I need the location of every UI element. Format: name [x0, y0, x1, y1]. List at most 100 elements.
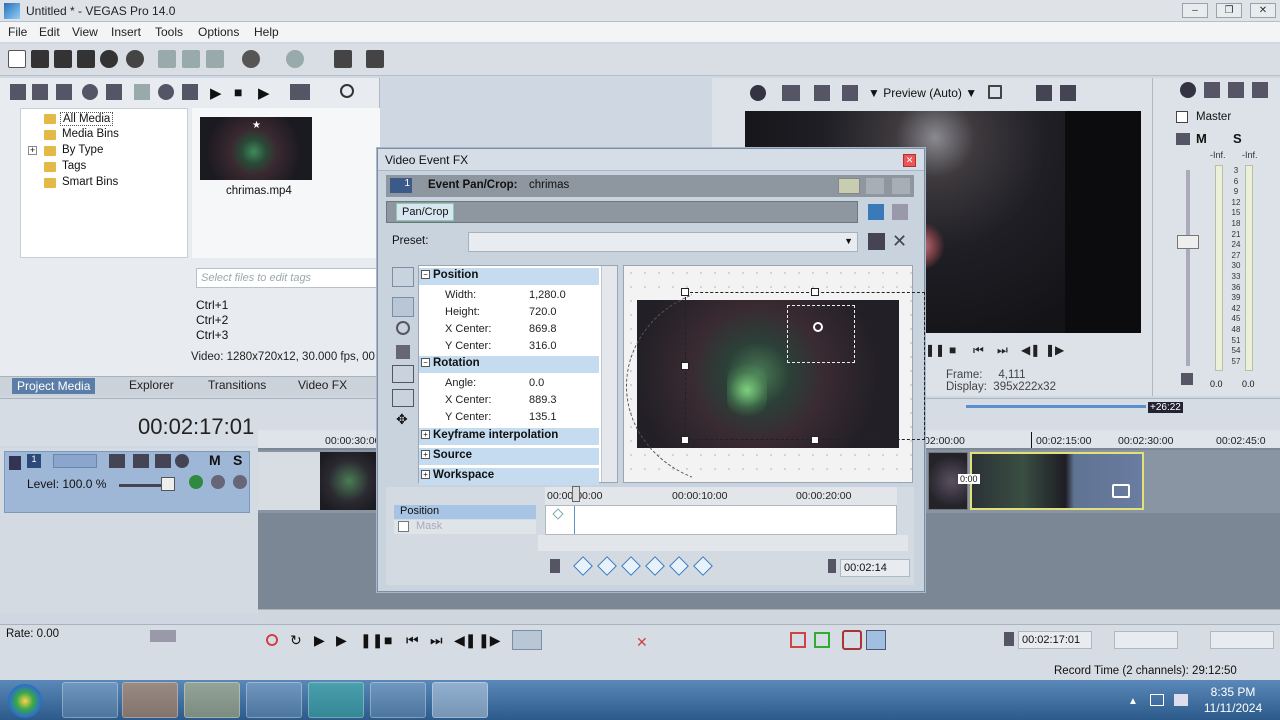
- redo-icon[interactable]: [286, 50, 304, 68]
- paste-icon[interactable]: [206, 50, 224, 68]
- view-grid-icon[interactable]: [866, 178, 884, 194]
- menu-file[interactable]: File: [8, 25, 27, 39]
- menu-insert[interactable]: Insert: [111, 25, 141, 39]
- web-icon[interactable]: [82, 84, 98, 100]
- render-icon[interactable]: [100, 50, 118, 68]
- move-icon[interactable]: ✥: [396, 411, 408, 428]
- scale-about-center-icon[interactable]: [392, 389, 414, 407]
- level-slider-thumb[interactable]: [161, 477, 175, 491]
- mixer-downmix-icon[interactable]: [1204, 82, 1220, 98]
- properties-icon[interactable]: [106, 84, 122, 100]
- system-clock[interactable]: 8:35 PM 11/11/2024: [1196, 684, 1270, 716]
- go-to-start-icon[interactable]: ⏮: [406, 632, 419, 649]
- zoom-icon[interactable]: [396, 321, 410, 335]
- prev-frame-icon[interactable]: ⏮: [973, 343, 987, 357]
- video-clip-selected[interactable]: 0:00: [958, 452, 1144, 510]
- track-motion-icon[interactable]: [155, 454, 171, 468]
- copy-icon[interactable]: [182, 50, 200, 68]
- loop-region[interactable]: [966, 405, 1146, 408]
- prop-height[interactable]: 720.0: [529, 306, 557, 318]
- tray-volume-icon[interactable]: [1174, 694, 1188, 706]
- crop-handle[interactable]: [681, 436, 689, 444]
- go-to-end-icon[interactable]: ⏭: [430, 632, 443, 649]
- crop-handle[interactable]: [681, 288, 689, 296]
- cut-icon[interactable]: [158, 50, 176, 68]
- preview-quality-dropdown[interactable]: ▼ Preview (Auto) ▼: [868, 86, 977, 100]
- master-mute-button[interactable]: M: [1196, 131, 1207, 146]
- track-fx-icon[interactable]: [175, 454, 189, 468]
- track-solo-button[interactable]: S: [233, 452, 242, 468]
- save-preset-icon[interactable]: [868, 233, 885, 250]
- plugin-chain-icon[interactable]: [868, 204, 884, 220]
- play-icon[interactable]: ▶: [210, 84, 222, 102]
- mixer-gear-icon[interactable]: [1180, 82, 1196, 98]
- play-from-start-icon[interactable]: ▶: [314, 632, 325, 649]
- menu-tools[interactable]: Tools: [155, 25, 183, 39]
- master-checkbox[interactable]: [1176, 111, 1188, 123]
- lock-aspect-icon[interactable]: [392, 365, 414, 383]
- views-icon[interactable]: [290, 84, 310, 100]
- keyframe-time-field[interactable]: 00:02:14: [840, 559, 910, 577]
- parent-motion-icon[interactable]: [133, 454, 149, 468]
- copy-snapshot-icon[interactable]: [1036, 85, 1052, 101]
- next-icon[interactable]: ❚▶: [1045, 343, 1064, 357]
- tab-transitions[interactable]: Transitions: [208, 378, 266, 392]
- expand-icon[interactable]: +: [28, 146, 37, 155]
- properties-gear-icon[interactable]: [126, 50, 144, 68]
- mask-checkbox[interactable]: [398, 521, 409, 532]
- loop-playback-icon[interactable]: ↻: [290, 632, 302, 649]
- composite-mode-icon[interactable]: [189, 475, 203, 489]
- move-freely-icon[interactable]: [396, 345, 410, 359]
- record-icon[interactable]: [266, 634, 278, 646]
- pause-icon[interactable]: ❚❚: [925, 343, 945, 357]
- prop-width[interactable]: 1,280.0: [529, 289, 566, 301]
- section-source[interactable]: + Source: [419, 448, 599, 465]
- close-button[interactable]: ✕: [1250, 3, 1276, 18]
- delete-icon[interactable]: ✕: [636, 634, 648, 651]
- search-icon[interactable]: [340, 84, 354, 98]
- keyframe-scrollbar[interactable]: [538, 535, 908, 551]
- selection-length-field[interactable]: [1114, 631, 1178, 649]
- keyframe-marker[interactable]: [552, 508, 564, 520]
- media-fx-icon[interactable]: [158, 84, 174, 100]
- track-name-field[interactable]: [53, 454, 97, 468]
- mixer-dim-icon[interactable]: [1228, 82, 1244, 98]
- crop-handle[interactable]: [811, 436, 819, 444]
- section-workspace[interactable]: + Workspace: [419, 468, 599, 485]
- rate-slider[interactable]: [150, 630, 176, 642]
- tray-expand-icon[interactable]: ▲: [1128, 696, 1138, 707]
- overlays-icon[interactable]: [842, 85, 858, 101]
- prev-frame-icon[interactable]: ◀❚: [454, 632, 477, 649]
- track-mute-button[interactable]: M: [209, 452, 221, 468]
- save-snapshot-icon[interactable]: [1060, 85, 1076, 101]
- undo-icon[interactable]: [242, 50, 260, 68]
- stop-icon[interactable]: ■: [949, 343, 963, 357]
- menu-options[interactable]: Options: [198, 25, 239, 39]
- video-clip-thumbnail[interactable]: [320, 452, 378, 510]
- taskbar-ie-icon[interactable]: [62, 682, 118, 718]
- next-icon[interactable]: ▶: [258, 84, 270, 102]
- tab-video-fx[interactable]: Video FX: [298, 378, 347, 392]
- import-media-icon[interactable]: [10, 84, 26, 100]
- master-fx-icon[interactable]: [1176, 133, 1190, 145]
- sync-cursor-icon[interactable]: [550, 559, 560, 573]
- auto-preview-icon[interactable]: [182, 84, 198, 100]
- menu-edit[interactable]: Edit: [39, 25, 60, 39]
- delete-preset-icon[interactable]: ✕: [892, 231, 907, 252]
- marker-icon[interactable]: [790, 632, 806, 648]
- start-button-icon[interactable]: [8, 684, 42, 718]
- minimize-button[interactable]: –: [1182, 3, 1208, 18]
- track-collapse-icon[interactable]: [9, 456, 21, 470]
- track-options-icon[interactable]: [233, 475, 247, 489]
- prev-icon[interactable]: ◀❚: [1021, 343, 1040, 357]
- normal-edit-icon[interactable]: [392, 297, 414, 317]
- settings-gear-icon[interactable]: [392, 267, 414, 287]
- cursor-time-field[interactable]: 00:02:17:01: [1018, 631, 1092, 649]
- dialog-close-button[interactable]: ✕: [903, 154, 916, 167]
- video-track-header[interactable]: 1 M S Level: 100.0 %: [4, 451, 250, 513]
- prop-angle[interactable]: 0.0: [529, 377, 544, 389]
- timeline-scrollbar[interactable]: [258, 609, 1280, 623]
- compositing-icon[interactable]: [109, 454, 125, 468]
- master-solo-button[interactable]: S: [1233, 131, 1242, 146]
- capture-icon[interactable]: [32, 84, 48, 100]
